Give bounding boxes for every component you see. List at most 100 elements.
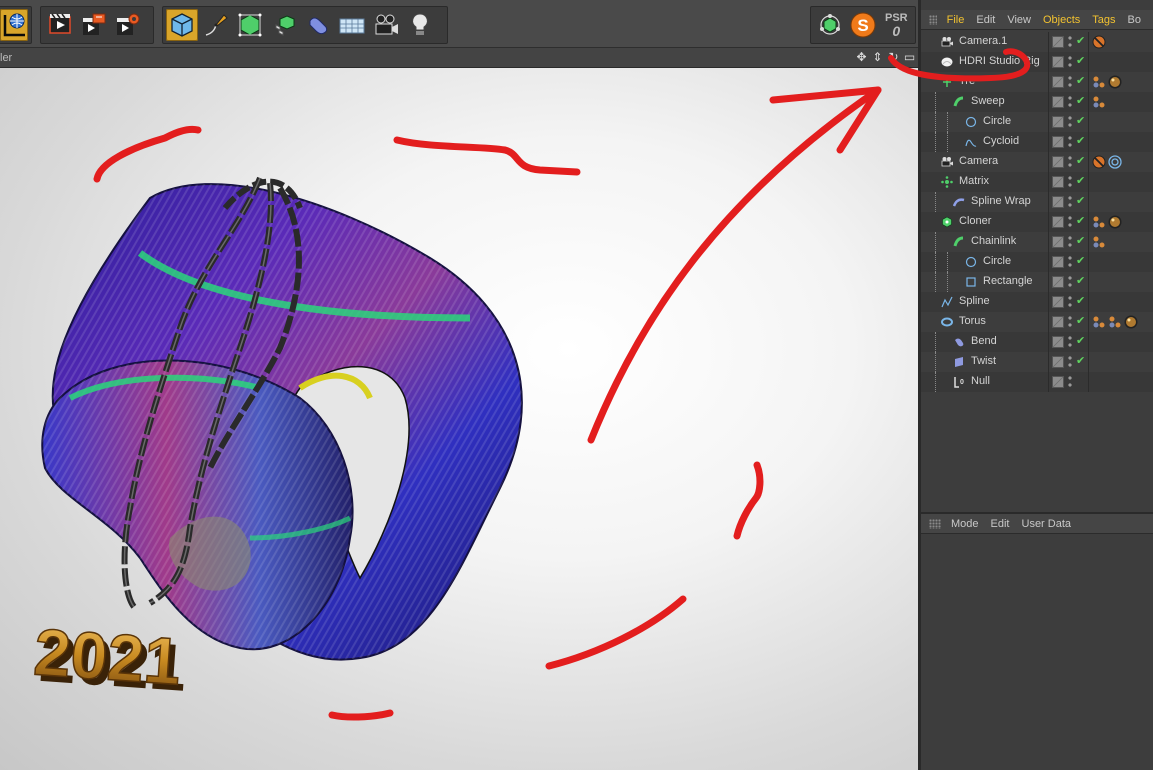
- material-tag[interactable]: [1092, 235, 1106, 249]
- layer-icon[interactable]: [1052, 356, 1064, 368]
- subdivision-icon[interactable]: [234, 9, 266, 41]
- object-name[interactable]: Matrix: [959, 175, 989, 187]
- menu-edit[interactable]: Edit: [991, 518, 1010, 530]
- panel-grip-icon[interactable]: [929, 14, 937, 25]
- substance-icon[interactable]: S: [847, 9, 878, 41]
- enabled-check-icon[interactable]: ✔: [1076, 154, 1085, 167]
- enabled-check-icon[interactable]: ✔: [1076, 254, 1085, 267]
- enabled-check-icon[interactable]: ✔: [1076, 114, 1085, 127]
- menu-objects[interactable]: Objects: [1043, 14, 1080, 26]
- visibility-dots-icon[interactable]: [1068, 215, 1072, 229]
- visibility-dots-icon[interactable]: [1068, 55, 1072, 69]
- enabled-check-icon[interactable]: ✔: [1076, 34, 1085, 47]
- enabled-check-icon[interactable]: ✔: [1076, 354, 1085, 367]
- edit-render-settings-icon[interactable]: [112, 9, 144, 41]
- object-row[interactable]: Chainlink ✔: [921, 232, 1153, 252]
- material-tag[interactable]: [1092, 95, 1106, 109]
- object-name[interactable]: Circle: [983, 255, 1011, 267]
- material-ball-tag[interactable]: [1108, 75, 1122, 89]
- menu-bookmarks[interactable]: Bo: [1128, 14, 1141, 26]
- menu-tags[interactable]: Tags: [1092, 14, 1115, 26]
- enabled-check-icon[interactable]: ✔: [1076, 134, 1085, 147]
- visibility-dots-icon[interactable]: [1068, 235, 1072, 249]
- layer-icon[interactable]: [1052, 316, 1064, 328]
- object-name[interactable]: Camera: [959, 155, 998, 167]
- toggle-view-icon[interactable]: ▭: [903, 50, 916, 64]
- visibility-dots-icon[interactable]: [1068, 275, 1072, 289]
- enabled-check-icon[interactable]: ✔: [1076, 54, 1085, 67]
- object-row[interactable]: Spline ✔: [921, 292, 1153, 312]
- layer-icon[interactable]: [1052, 176, 1064, 188]
- light-icon[interactable]: [404, 9, 436, 41]
- layer-icon[interactable]: [1052, 236, 1064, 248]
- object-row[interactable]: Tre ✔: [921, 72, 1153, 92]
- layer-icon[interactable]: [1052, 156, 1064, 168]
- layer-icon[interactable]: [1052, 136, 1064, 148]
- visibility-dots-icon[interactable]: [1068, 375, 1072, 389]
- target-tag[interactable]: [1108, 155, 1122, 169]
- visibility-dots-icon[interactable]: [1068, 115, 1072, 129]
- layer-icon[interactable]: [1052, 376, 1064, 388]
- object-row[interactable]: Matrix ✔: [921, 172, 1153, 192]
- enabled-check-icon[interactable]: ✔: [1076, 194, 1085, 207]
- enabled-check-icon[interactable]: ✔: [1076, 174, 1085, 187]
- layer-icon[interactable]: [1052, 116, 1064, 128]
- protection-tag[interactable]: [1092, 155, 1106, 169]
- visibility-dots-icon[interactable]: [1068, 155, 1072, 169]
- render-to-picture-viewer-icon[interactable]: [78, 9, 110, 41]
- visibility-dots-icon[interactable]: [1068, 35, 1072, 49]
- layer-icon[interactable]: [1052, 76, 1064, 88]
- visibility-dots-icon[interactable]: [1068, 175, 1072, 189]
- object-name[interactable]: Camera.1: [959, 35, 1007, 47]
- visibility-dots-icon[interactable]: [1068, 355, 1072, 369]
- visibility-dots-icon[interactable]: [1068, 135, 1072, 149]
- layer-icon[interactable]: [1052, 196, 1064, 208]
- psr-icon[interactable]: PSR 0: [881, 9, 912, 41]
- move-view-icon[interactable]: ✥: [855, 50, 868, 64]
- viewport-menu-label[interactable]: ler: [0, 52, 12, 64]
- camera-icon[interactable]: [370, 9, 402, 41]
- enabled-check-icon[interactable]: ✔: [1076, 214, 1085, 227]
- object-row[interactable]: Torus ✔: [921, 312, 1153, 332]
- object-name[interactable]: Twist: [971, 355, 996, 367]
- enabled-check-icon[interactable]: ✔: [1076, 94, 1085, 107]
- visibility-dots-icon[interactable]: [1068, 75, 1072, 89]
- layer-icon[interactable]: [1052, 216, 1064, 228]
- menu-mode[interactable]: Mode: [951, 518, 979, 530]
- object-row[interactable]: Sweep ✔: [921, 92, 1153, 112]
- deformer-icon[interactable]: [302, 9, 334, 41]
- visibility-dots-icon[interactable]: [1068, 315, 1072, 329]
- visibility-dots-icon[interactable]: [1068, 95, 1072, 109]
- layer-icon[interactable]: [1052, 276, 1064, 288]
- layer-icon[interactable]: [1052, 56, 1064, 68]
- object-name[interactable]: Spline Wrap: [971, 195, 1031, 207]
- object-name[interactable]: HDRI Studio Rig: [959, 55, 1040, 67]
- object-row[interactable]: Cloner ✔: [921, 212, 1153, 232]
- object-name[interactable]: Rectangle: [983, 275, 1033, 287]
- visibility-dots-icon[interactable]: [1068, 335, 1072, 349]
- object-row[interactable]: Circle ✔: [921, 252, 1153, 272]
- enabled-check-icon[interactable]: ✔: [1076, 294, 1085, 307]
- enabled-check-icon[interactable]: ✔: [1076, 334, 1085, 347]
- menu-user-data[interactable]: User Data: [1022, 518, 1072, 530]
- object-row[interactable]: HDRI Studio Rig ✔: [921, 52, 1153, 72]
- render-active-view-icon[interactable]: [44, 9, 76, 41]
- object-row[interactable]: Twist ✔: [921, 352, 1153, 372]
- cube-icon[interactable]: [166, 9, 198, 41]
- enabled-check-icon[interactable]: ✔: [1076, 274, 1085, 287]
- object-name[interactable]: Spline: [959, 295, 990, 307]
- material-tag[interactable]: [1092, 75, 1106, 89]
- protection-tag[interactable]: [1092, 35, 1106, 49]
- object-name[interactable]: Chainlink: [971, 235, 1016, 247]
- zoom-view-icon[interactable]: ⇕: [871, 50, 884, 64]
- array-icon[interactable]: [268, 9, 300, 41]
- pen-icon[interactable]: [200, 9, 232, 41]
- object-name[interactable]: Sweep: [971, 95, 1005, 107]
- material-tag[interactable]: [1108, 315, 1122, 329]
- visibility-dots-icon[interactable]: [1068, 295, 1072, 309]
- material-ball-tag[interactable]: [1108, 215, 1122, 229]
- object-name[interactable]: Null: [971, 375, 990, 387]
- material-ball-tag[interactable]: [1124, 315, 1138, 329]
- object-row[interactable]: Camera ✔: [921, 152, 1153, 172]
- rotate-view-icon[interactable]: ↻: [887, 50, 900, 64]
